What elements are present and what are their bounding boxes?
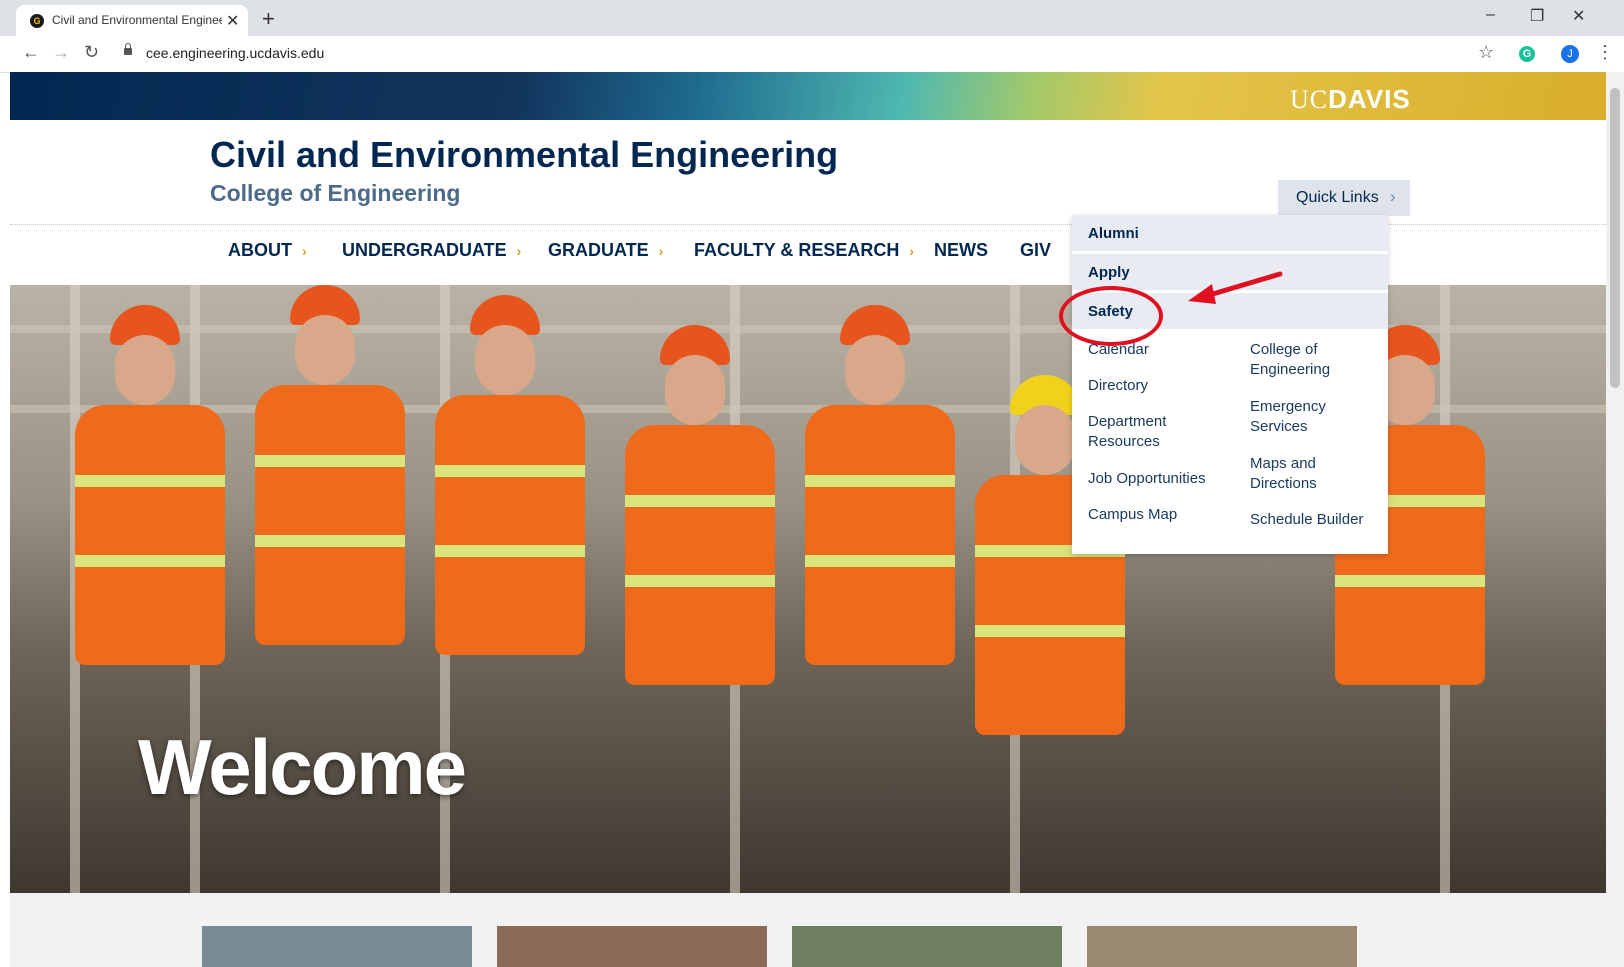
nav-faculty-research[interactable]: FACULTY & RESEARCH › [694, 240, 914, 261]
feature-card-image[interactable] [497, 926, 767, 967]
chevron-right-icon: › [1390, 187, 1396, 206]
quick-link-directory[interactable]: Directory [1088, 376, 1228, 396]
nav-news[interactable]: NEWS [934, 240, 988, 261]
tab-title: Civil and Environmental Enginee [52, 13, 222, 27]
site-subtitle[interactable]: College of Engineering [210, 180, 460, 207]
browser-toolbar: ← → ↻ cee.engineering.ucdavis.edu ☆ G J … [0, 36, 1624, 73]
ucdavis-banner: UCDAVIS [10, 72, 1606, 120]
new-tab-button[interactable]: + [262, 6, 275, 32]
quick-link-campus-map[interactable]: Campus Map [1088, 505, 1228, 525]
address-bar[interactable]: cee.engineering.ucdavis.edu [146, 45, 324, 61]
grammarly-extension-icon[interactable]: G [1519, 46, 1535, 62]
nav-graduate[interactable]: GRADUATE › [548, 240, 663, 261]
feature-card-image[interactable] [792, 926, 1062, 967]
chevron-right-icon: › [302, 243, 307, 259]
feature-card-image[interactable] [202, 926, 472, 967]
chevron-right-icon: › [516, 243, 522, 259]
quick-links-button[interactable]: Quick Links › [1278, 180, 1410, 216]
reload-button[interactable]: ↻ [84, 42, 99, 63]
chevron-right-icon: › [658, 243, 664, 259]
nav-give[interactable]: GIV [1020, 240, 1051, 261]
site-title[interactable]: Civil and Environmental Engineering [210, 134, 838, 176]
lower-section [10, 893, 1606, 967]
back-button[interactable]: ← [22, 42, 40, 63]
tab-strip: G Civil and Environmental Enginee ✕ + – … [0, 0, 1624, 36]
browser-menu-icon[interactable]: ⋮ [1596, 42, 1614, 63]
annotation-circle [1059, 286, 1163, 346]
nav-undergraduate[interactable]: UNDERGRADUATE › [342, 240, 521, 261]
lock-icon [124, 43, 132, 55]
quick-link-schedule-builder[interactable]: Schedule Builder [1250, 510, 1380, 530]
hero-heading: Welcome [138, 723, 467, 811]
minimize-button[interactable]: – [1486, 6, 1495, 24]
quick-link-college-of-engineering[interactable]: College of Engineering [1250, 340, 1360, 380]
ucdavis-logo[interactable]: UCDAVIS [1290, 84, 1411, 115]
site-favicon-icon: G [30, 14, 44, 28]
nav-about[interactable]: ABOUT › [228, 240, 307, 261]
quick-link-emergency-services[interactable]: Emergency Services [1250, 397, 1360, 437]
close-window-button[interactable]: ✕ [1572, 6, 1585, 26]
feature-card-image[interactable] [1087, 926, 1357, 967]
restore-button[interactable]: ❐ [1530, 6, 1544, 26]
quick-links-dropdown: Alumni Apply Safety Calendar Directory D… [1072, 215, 1388, 554]
tab-close-icon[interactable]: ✕ [226, 11, 239, 31]
bookmark-star-icon[interactable]: ☆ [1478, 42, 1494, 63]
page-scrollbar[interactable] [1606, 72, 1624, 967]
browser-tab[interactable]: G Civil and Environmental Enginee ✕ [16, 5, 248, 36]
forward-button[interactable]: → [52, 42, 70, 63]
quick-link-job-opportunities[interactable]: Job Opportunities [1088, 469, 1238, 489]
annotation-arrow-icon [1188, 271, 1283, 304]
profile-avatar[interactable]: J [1561, 45, 1579, 63]
scrollbar-thumb[interactable] [1610, 88, 1620, 388]
quick-link-alumni[interactable]: Alumni [1072, 215, 1388, 251]
quick-link-department-resources[interactable]: Department Resources [1088, 412, 1198, 452]
chevron-right-icon: › [909, 243, 915, 259]
quick-link-maps-directions[interactable]: Maps and Directions [1250, 454, 1360, 494]
